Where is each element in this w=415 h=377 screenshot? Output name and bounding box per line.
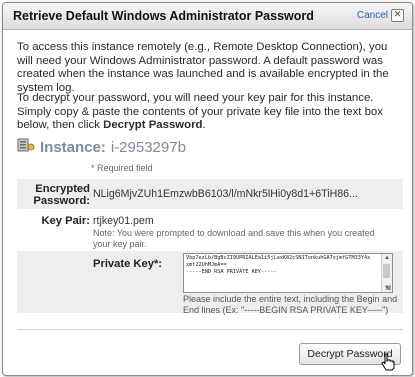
private-key-text[interactable]: Vbp7ezLb/BgBcZI9UPRIALEa1i5jLaxK82cSN1To… xyxy=(186,255,376,276)
encrypted-password-value: NLig6MjvZUh1EmzwbB6103/l/mNkr5lHi0y8d1+6… xyxy=(93,188,358,200)
instance-label: Instance: xyxy=(40,138,106,156)
intro-paragraph-2-action: Decrypt Password xyxy=(103,119,203,131)
private-key-label: Private Key*: xyxy=(93,258,163,270)
private-key-help: Please include the entire text, includin… xyxy=(183,294,398,315)
resize-grip-icon[interactable]: ◢ xyxy=(384,284,392,292)
instance-id: i-2953297b xyxy=(110,138,186,156)
key-pair-label: Key Pair: xyxy=(41,215,90,227)
required-field-note: * Required field xyxy=(91,163,153,173)
instance-header: Instance: i-2953297b xyxy=(17,136,186,158)
intro-paragraph-1: To access this instance remotely (e.g., … xyxy=(17,41,389,94)
hand-cursor-icon xyxy=(381,353,395,371)
cancel-label: Cancel xyxy=(356,10,388,21)
footer-divider xyxy=(17,329,403,330)
encrypted-password-label: Encrypted Password: xyxy=(33,183,90,207)
private-key-row: Private Key*: Vbp7ezLb/BgBcZI9UPRIALEa1i… xyxy=(17,251,403,315)
dialog-titlebar: Retrieve Default Windows Administrator P… xyxy=(3,3,412,30)
private-key-textarea[interactable]: Vbp7ezLb/BgBcZI9UPRIALEa1i5jLaxK82cSN1To… xyxy=(183,253,393,293)
dialog-title: Retrieve Default Windows Administrator P… xyxy=(13,9,314,23)
scroll-up-icon[interactable]: ▲ xyxy=(383,254,391,262)
close-icon[interactable]: ✕ xyxy=(391,9,404,22)
intro-paragraph-2-suffix: . xyxy=(202,119,206,131)
server-icon xyxy=(17,137,35,158)
retrieve-password-dialog: Retrieve Default Windows Administrator P… xyxy=(2,2,413,376)
cancel-button[interactable]: Cancel ✕ xyxy=(357,9,404,22)
intro-paragraph-2: To decrypt your password, you will need … xyxy=(17,92,400,133)
scroll-thumb[interactable] xyxy=(383,264,390,278)
key-pair-value: rtjkey01.pem xyxy=(93,215,154,227)
key-pair-note: Note: You were prompted to download and … xyxy=(93,228,375,249)
encrypted-password-row: Encrypted Password: NLig6MjvZUh1EmzwbB61… xyxy=(17,179,403,209)
